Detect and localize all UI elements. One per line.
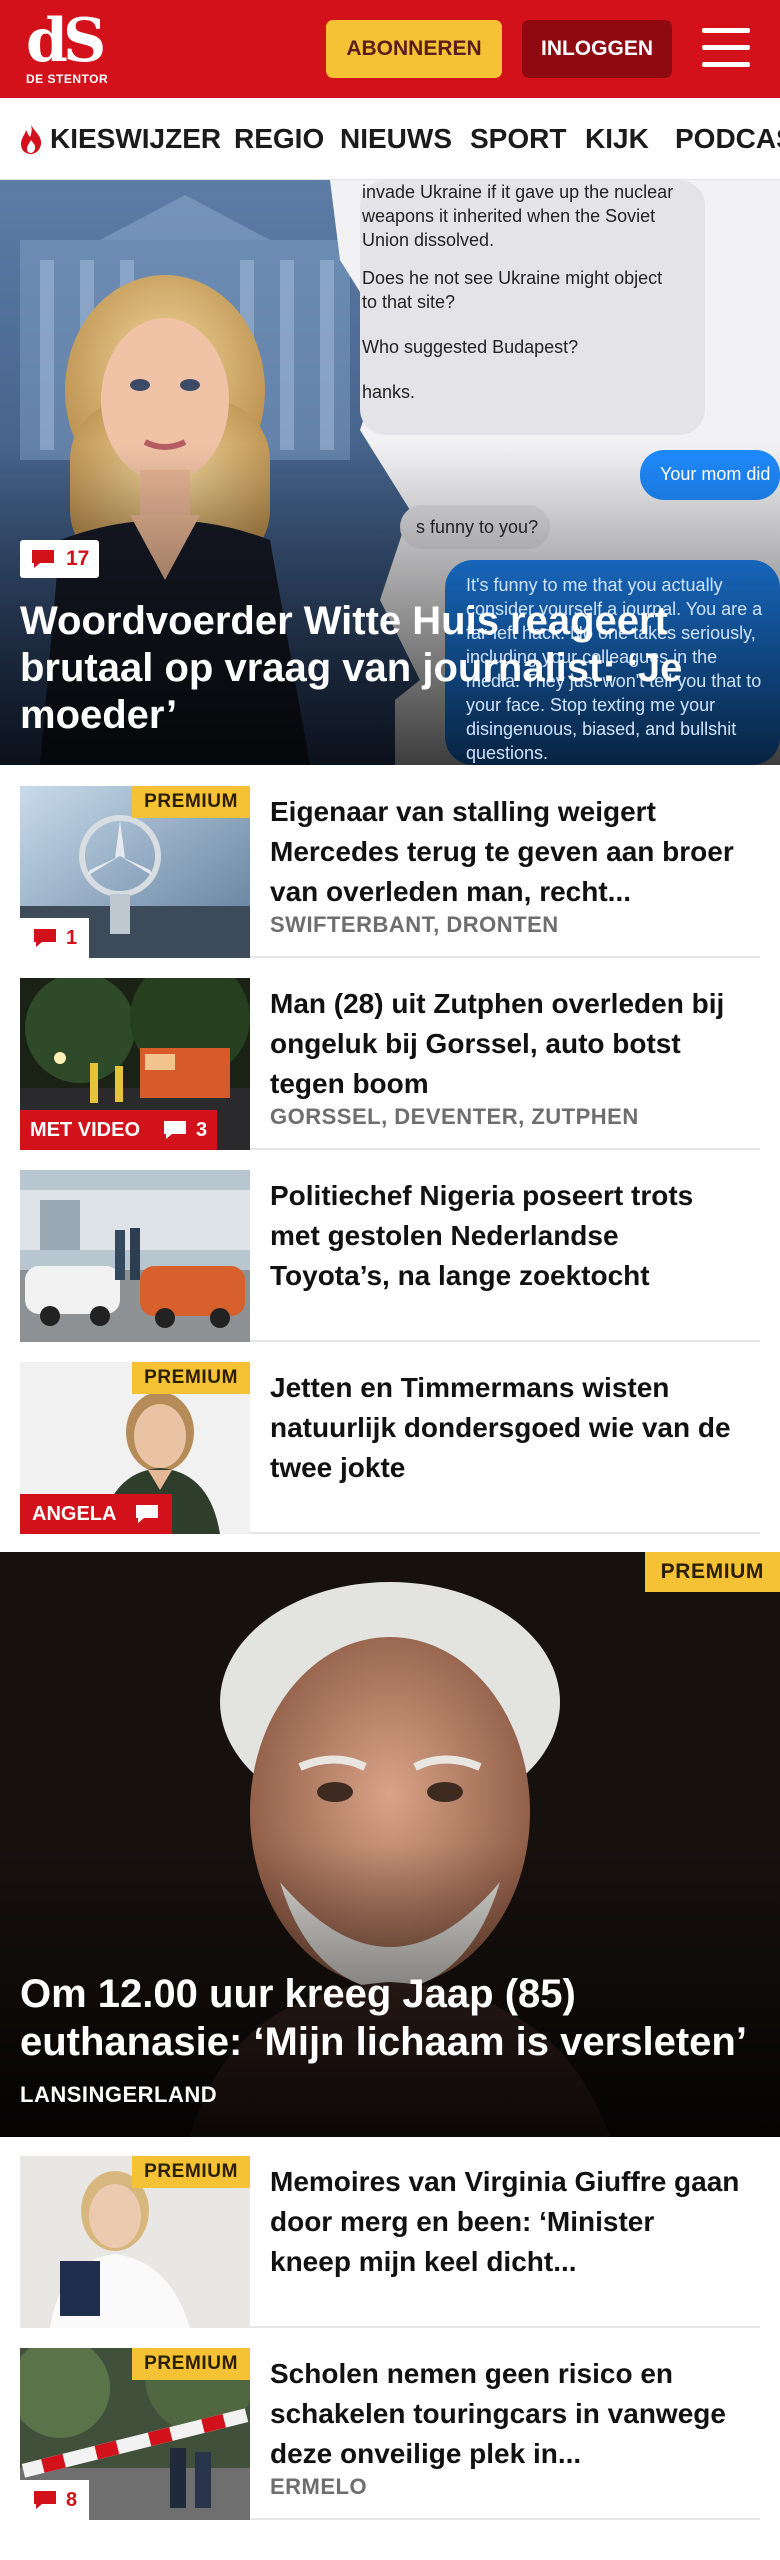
comment-badge[interactable]: 17 [20,540,100,578]
logo-subtitle: DE STENTOR [26,72,109,86]
list-item[interactable]: MET VIDEO 3 Man (28) uit Zutphen overled… [20,978,760,1150]
article-title[interactable]: Scholen nemen geen risico en schakelen t… [270,2354,740,2474]
subscribe-button[interactable]: ABONNEREN [326,20,502,78]
article-title[interactable]: Memoires van Virginia Giuffre gaan door … [270,2162,740,2282]
comment-icon [136,1505,159,1523]
author-badge[interactable]: ANGELA [20,1494,173,1534]
premium-badge: PREMIUM [132,2348,250,2380]
comment-icon [34,2491,56,2509]
feature-article-title[interactable]: Om 12.00 uur kreeg Jaap (85) euthanasie:… [20,1970,756,2066]
chat-message-2: Does he not see Ukraine might object to … [362,268,663,312]
flame-icon [21,124,42,154]
article-thumbnail [20,1170,250,1342]
video-badge: MET VIDEO 3 [20,1110,218,1150]
premium-badge: PREMIUM [132,1362,250,1394]
list-item[interactable]: PREMIUM 8 Scholen nemen geen risico en s… [20,2348,760,2520]
article-thumbnail: MET VIDEO 3 [20,978,250,1150]
chat-message-1: invade Ukraine if it gave up the nuclear… [362,182,674,250]
author-label: ANGELA [32,1502,117,1525]
comment-icon [164,1121,187,1139]
article-location: SWIFTERBANT, DRONTEN [270,912,559,937]
video-label: MET VIDEO [30,1118,141,1141]
nav-item-label: KIESWIJZER [50,123,222,154]
list-item[interactable]: PREMIUM ANGELA Jetten en Timmermans wist… [20,1362,760,1534]
nav-item-sport[interactable]: SPORT [470,98,566,179]
site-logo[interactable]: dS DE STENTOR [26,6,118,90]
feature-article-location: LANSINGERLAND [20,2082,218,2107]
lead-article[interactable]: invade Ukraine if it gave up the nuclear… [0,180,780,765]
nav-item-kieswijzer[interactable]: KIESWIJZER [18,98,222,179]
logo-mark: dS [26,6,106,76]
feature-article[interactable]: PREMIUM Om 12.00 uur kreeg Jaap (85) eut… [0,1552,780,2137]
article-title[interactable]: Man (28) uit Zutphen overleden bij ongel… [270,984,740,1104]
comment-count: 17 [66,547,90,570]
comment-icon [32,550,54,568]
article-title[interactable]: Eigenaar van stalling weigert Mercedes t… [270,792,740,912]
list-item[interactable]: 1 PREMIUM Eigenaar van stalling weigert … [20,786,760,958]
lead-article-title[interactable]: Woordvoerder Witte Huis reageert brutaal… [20,598,756,739]
comment-badge[interactable]: 1 [20,918,90,958]
article-thumbnail: PREMIUM ANGELA [20,1362,250,1534]
list-item[interactable]: Politiechef Nigeria poseert trots met ge… [20,1170,760,1342]
premium-badge: PREMIUM [644,1552,780,1592]
article-location: GORSSEL, DEVENTER, ZUTPHEN [270,1104,639,1129]
comment-count: 8 [66,2488,78,2511]
hamburger-icon[interactable] [698,26,754,70]
chat-message-3: Who suggested Budapest? [362,337,579,357]
section-nav: KIESWIJZER REGIO NIEUWS SPORT KIJK PODCA… [0,98,780,180]
chat-reply-1: Your mom did [660,464,771,484]
chat-message-5: s funny to you? [416,517,539,537]
article-title[interactable]: Politiechef Nigeria poseert trots met ge… [270,1176,740,1296]
comment-count: 3 [196,1118,208,1141]
list-item[interactable]: PREMIUM Memoires van Virginia Giuffre ga… [20,2156,760,2328]
article-title[interactable]: Jetten en Timmermans wisten natuurlijk d… [270,1368,740,1488]
comment-badge[interactable]: 8 [20,2480,90,2520]
premium-badge: PREMIUM [132,2156,250,2188]
chat-message-4: hanks. [362,382,416,402]
article-thumbnail: PREMIUM 8 [20,2348,250,2520]
comment-count: 1 [66,926,78,949]
comment-icon [34,929,56,947]
nav-item-podcast[interactable]: PODCAST [675,98,780,179]
login-button[interactable]: INLOGGEN [522,20,672,78]
nav-item-regio[interactable]: REGIO [234,98,324,179]
nav-item-kijk[interactable]: KIJK [585,98,649,179]
premium-badge: PREMIUM [132,786,250,818]
article-thumbnail: 1 PREMIUM [20,786,250,958]
article-thumbnail: PREMIUM [20,2156,250,2328]
article-location: ERMELO [270,2474,368,2499]
toyota-photo [20,1170,250,1342]
top-bar: dS DE STENTOR ABONNEREN INLOGGEN [0,0,780,98]
nav-item-nieuws[interactable]: NIEUWS [340,98,452,179]
